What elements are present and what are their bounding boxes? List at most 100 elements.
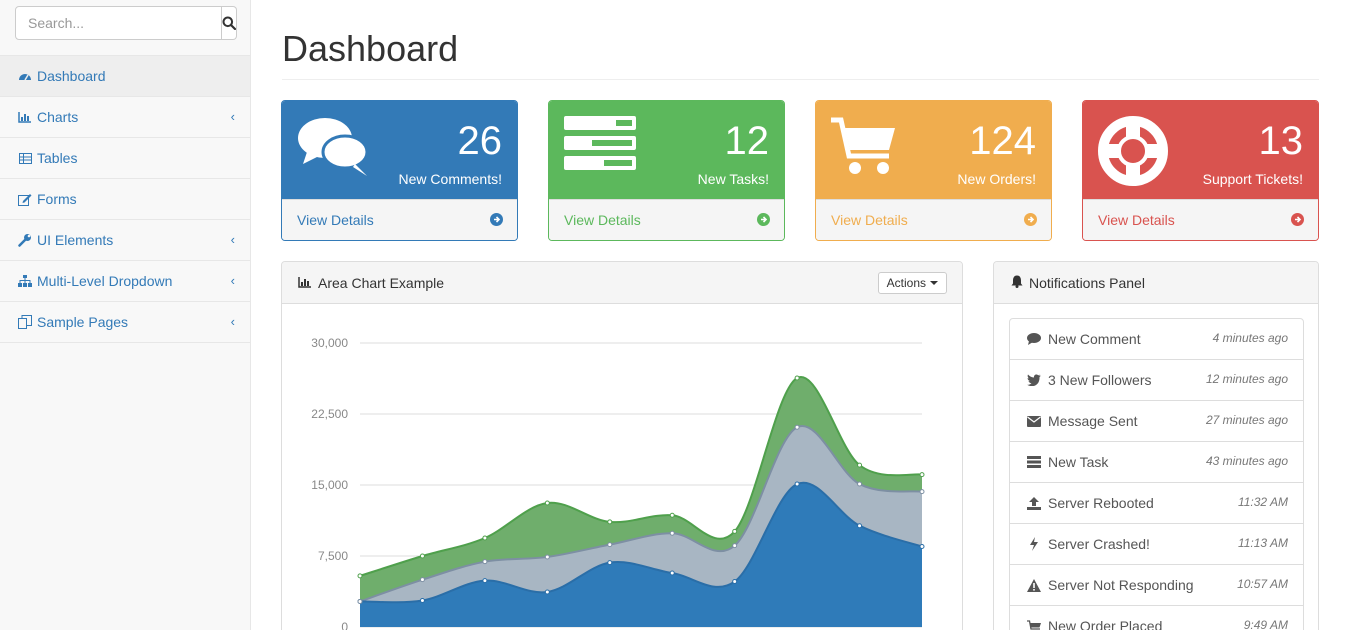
data-point[interactable] xyxy=(544,589,550,595)
notification-time: 4 minutes ago xyxy=(1212,331,1288,345)
comments-icon xyxy=(297,116,371,181)
data-point[interactable] xyxy=(919,472,925,478)
sidebar-item-tables[interactable]: Tables xyxy=(0,138,250,179)
data-point[interactable] xyxy=(482,578,488,584)
data-point[interactable] xyxy=(544,554,550,560)
area-chart-panel: Area Chart Example Actions 30,000 22,500 1… xyxy=(281,261,963,630)
notification-label: 3 New Followers xyxy=(1048,372,1152,388)
arrow-circle-right-icon xyxy=(757,213,770,226)
y-tick-label: 30,000 xyxy=(311,336,348,350)
data-point[interactable] xyxy=(544,500,550,506)
notification-list: New Comment 4 minutes ago 3 New Follower… xyxy=(1009,318,1304,630)
data-point[interactable] xyxy=(607,519,613,525)
notification-label: New Order Placed xyxy=(1048,618,1163,630)
list-item[interactable]: New Order Placed 9:49 AM xyxy=(1010,606,1303,630)
twitter-icon xyxy=(1026,374,1042,386)
data-point[interactable] xyxy=(919,544,925,550)
data-point[interactable] xyxy=(919,489,925,495)
notification-time: 11:32 AM xyxy=(1237,495,1288,509)
notification-label: Message Sent xyxy=(1048,413,1138,429)
view-details-link[interactable]: View Details xyxy=(282,199,517,240)
data-point[interactable] xyxy=(669,530,675,536)
panel-title: Area Chart Example xyxy=(318,274,445,291)
stat-panel-support: 13 Support Tickets! View Details xyxy=(1082,100,1319,241)
stat-panel-tasks: 12 New Tasks! View Details xyxy=(548,100,785,241)
data-point[interactable] xyxy=(419,577,425,583)
support-icon xyxy=(1098,116,1168,189)
search-button[interactable] xyxy=(222,6,237,40)
stat-value: 26 xyxy=(457,119,503,163)
view-details-link[interactable]: View Details xyxy=(1083,199,1318,240)
sidebar-item-dashboard[interactable]: Dashboard xyxy=(0,56,250,97)
sidebar-nav: Dashboard Charts ‹ Tables Forms UI Eleme… xyxy=(0,55,250,343)
sidebar-item-charts[interactable]: Charts ‹ xyxy=(0,97,250,138)
list-item[interactable]: 3 New Followers 12 minutes ago xyxy=(1010,360,1303,401)
table-icon xyxy=(17,151,33,165)
view-details-label: View Details xyxy=(831,212,908,228)
shopping-cart-icon xyxy=(831,116,897,179)
arrow-circle-right-icon xyxy=(490,213,503,226)
data-point[interactable] xyxy=(732,543,738,549)
list-item[interactable]: Server Crashed! 11:13 AM xyxy=(1010,524,1303,565)
data-point[interactable] xyxy=(482,535,488,541)
data-point[interactable] xyxy=(607,560,613,566)
data-point[interactable] xyxy=(732,528,738,534)
tasks-icon xyxy=(1026,456,1042,468)
list-item[interactable]: Message Sent 27 minutes ago xyxy=(1010,401,1303,442)
data-point[interactable] xyxy=(794,424,800,430)
data-point[interactable] xyxy=(357,573,363,579)
comment-icon xyxy=(1026,333,1042,345)
sidebar-item-label: Forms xyxy=(37,191,77,207)
dashboard-icon xyxy=(17,69,33,83)
data-point[interactable] xyxy=(357,598,363,604)
data-point[interactable] xyxy=(482,559,488,565)
view-details-label: View Details xyxy=(1098,212,1175,228)
data-point[interactable] xyxy=(419,597,425,603)
sidebar-item-label: Tables xyxy=(37,150,78,166)
sidebar-item-ui-elements[interactable]: UI Elements ‹ xyxy=(0,220,250,261)
data-point[interactable] xyxy=(732,579,738,585)
sidebar: Dashboard Charts ‹ Tables Forms UI Eleme… xyxy=(0,0,251,630)
panel-heading: Notifications Panel xyxy=(994,262,1318,304)
stat-label: New Tasks! xyxy=(697,171,769,187)
title-divider xyxy=(282,79,1319,80)
view-details-label: View Details xyxy=(564,212,641,228)
list-item[interactable]: New Task 43 minutes ago xyxy=(1010,442,1303,483)
view-details-link[interactable]: View Details xyxy=(549,199,784,240)
data-point[interactable] xyxy=(419,553,425,559)
search-input[interactable] xyxy=(15,6,222,40)
notification-time: 9:49 AM xyxy=(1243,618,1288,630)
notification-label: New Comment xyxy=(1048,331,1141,347)
list-item[interactable]: New Comment 4 minutes ago xyxy=(1010,319,1303,360)
sidebar-item-sample-pages[interactable]: Sample Pages ‹ xyxy=(0,302,250,343)
y-tick-label: 7,500 xyxy=(318,549,348,563)
data-point[interactable] xyxy=(857,481,863,487)
y-tick-label: 22,500 xyxy=(311,407,348,421)
stat-value: 13 xyxy=(1258,119,1304,163)
actions-dropdown-button[interactable]: Actions xyxy=(877,272,947,294)
stat-label: New Comments! xyxy=(398,171,502,187)
list-item[interactable]: Server Not Responding 10:57 AM xyxy=(1010,565,1303,606)
data-point[interactable] xyxy=(857,462,863,468)
arrow-circle-right-icon xyxy=(1024,213,1037,226)
wrench-icon xyxy=(17,233,33,247)
search-group xyxy=(15,6,237,40)
stat-panel-comments: 26 New Comments! View Details xyxy=(281,100,518,241)
data-point[interactable] xyxy=(794,375,800,381)
data-point[interactable] xyxy=(669,570,675,576)
search-icon xyxy=(222,16,236,30)
notification-label: Server Rebooted xyxy=(1048,495,1154,511)
view-details-link[interactable]: View Details xyxy=(816,199,1051,240)
bar-chart-icon xyxy=(17,110,33,124)
page-title: Dashboard xyxy=(282,28,459,69)
data-point[interactable] xyxy=(857,523,863,529)
list-item[interactable]: Server Rebooted 11:32 AM xyxy=(1010,483,1303,524)
data-point[interactable] xyxy=(669,512,675,518)
bar-chart-icon xyxy=(298,275,312,291)
data-point[interactable] xyxy=(794,481,800,487)
sidebar-item-forms[interactable]: Forms xyxy=(0,179,250,220)
notification-time: 12 minutes ago xyxy=(1205,372,1288,386)
notification-time: 11:13 AM xyxy=(1237,536,1288,550)
sidebar-item-multi-level-dropdown[interactable]: Multi-Level Dropdown ‹ xyxy=(0,261,250,302)
data-point[interactable] xyxy=(607,542,613,548)
